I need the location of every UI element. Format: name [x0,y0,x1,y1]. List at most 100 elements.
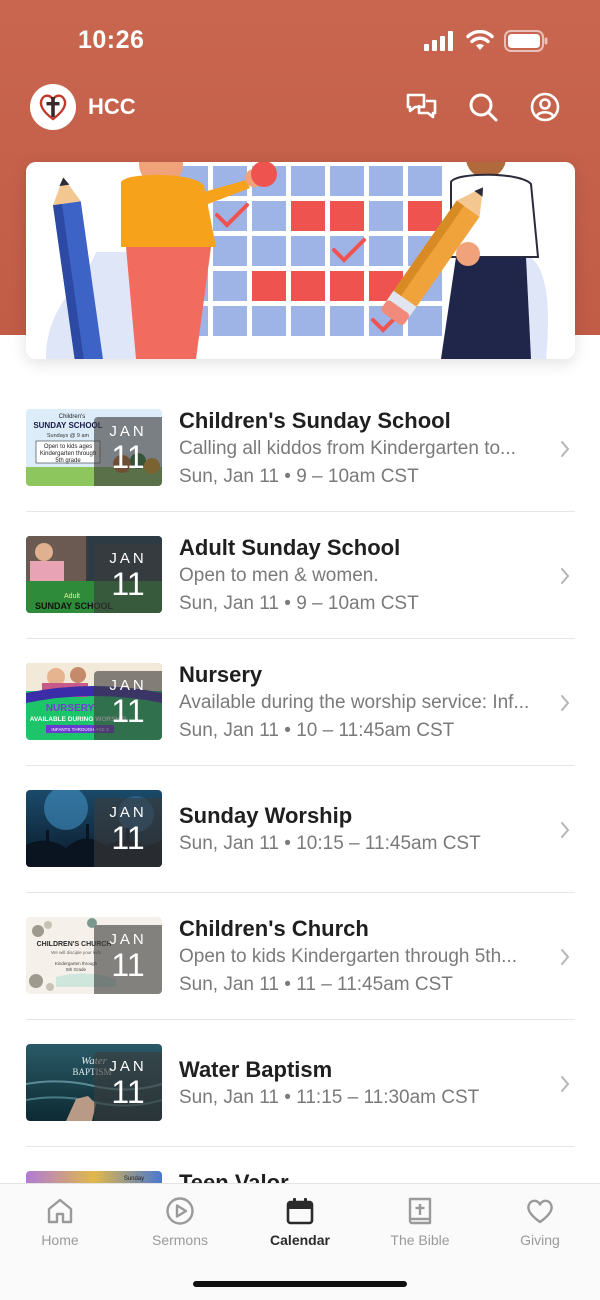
calendar-cell [291,236,325,266]
logo-cross-heart-icon [39,94,67,121]
date-badge: JAN 11 [94,671,162,740]
thumb-text: NURSERY [46,703,95,714]
date-day: 11 [111,566,145,602]
tab-label: Giving [520,1232,560,1248]
calendar-cell [252,271,286,301]
calendar-cell [213,306,247,336]
date-month: JAN [109,423,147,440]
event-description: Calling all kiddos from Kindergarten to.… [179,438,516,459]
thumb-text: Adult [64,593,80,600]
chevron-right-icon [561,695,570,711]
event-time: Sun, Jan 11 • 9 – 10am CST [179,466,419,487]
event-time: Sun, Jan 11 • 11:15 – 11:30am CST [179,1087,480,1108]
thumb-text: SUNDAY SCHOOL [33,421,102,430]
event-thumbnail: CHILDREN'S CHURCH We will disciple your … [26,917,162,994]
event-title: Sunday Worship [179,803,353,828]
calendar-cell [252,201,286,231]
calendar-cell [330,201,364,231]
battery-icon [504,30,548,52]
calendar-cell [408,166,442,196]
date-month: JAN [109,550,147,567]
hero-banner[interactable] [26,162,575,359]
search-icon[interactable] [466,90,500,124]
thumb-text: 5th Grade [66,967,87,972]
event-thumbnail: NURSERY AVAILABLE DURING WORSHIP INFANTS… [26,663,162,740]
event-description: Open to men & women. [179,565,379,586]
event-time: Sun, Jan 11 • 11 – 11:45am CST [179,974,453,995]
event-title: Adult Sunday School [179,535,401,560]
calendar-cell [291,166,325,196]
date-month: JAN [109,677,147,694]
event-time: Sun, Jan 11 • 10:15 – 11:45am CST [179,833,481,854]
calendar-cell [213,236,247,266]
calendar-cell [252,236,286,266]
date-day: 11 [111,947,145,983]
status-icons [424,30,548,52]
thumb-text: Open to kids ages [44,444,92,450]
event-item-adult-sunday-school[interactable]: Adult SUNDAY SCHOOL JAN 11 Adult Sunday … [26,512,575,639]
calendar-cell [330,166,364,196]
event-thumbnail: Water BAPTISM JAN 11 [26,1044,162,1121]
calendar-icon [286,1198,314,1225]
event-item-nursery[interactable]: NURSERY AVAILABLE DURING WORSHIP INFANTS… [26,639,575,766]
tab-sermons[interactable]: Sermons [120,1196,240,1248]
event-item-childrens-sunday-school[interactable]: Children's SUNDAY SCHOOL Sundays @ 9 am … [26,385,575,512]
event-title: Children's Sunday School [179,408,451,433]
calendar-cell [330,306,364,336]
chevron-right-icon [561,568,570,584]
event-item-water-baptism[interactable]: Water BAPTISM JAN 11 Water Baptism Sun, … [26,1020,575,1147]
event-time: Sun, Jan 11 • 10 – 11:45am CST [179,720,455,741]
event-item-sunday-worship[interactable]: JAN 11 Sunday Worship Sun, Jan 11 • 10:1… [26,766,575,893]
event-description: Available during the worship service: In… [179,692,530,713]
calendar-cell [291,271,325,301]
tab-home[interactable]: Home [0,1196,120,1248]
date-badge: JAN 11 [94,798,162,867]
app-actions [404,90,562,124]
thumb-text: 5th grade [55,458,81,464]
chevron-right-icon [561,441,570,457]
chevron-right-icon [561,949,570,965]
thumb-text: Children's [59,414,86,420]
calendar-cell [369,166,403,196]
date-day: 11 [111,1074,145,1110]
chat-icon[interactable] [404,90,438,124]
date-day: 11 [111,439,145,475]
church-logo[interactable] [30,84,76,130]
event-title: Nursery [179,662,263,687]
thumb-text: Sunday [124,1176,144,1182]
date-month: JAN [109,931,147,948]
thumb-text: Sundays @ 9 am [47,433,90,439]
event-list: Children's SUNDAY SCHOOL Sundays @ 9 am … [26,385,575,1274]
chevron-right-icon [561,822,570,838]
tab-label: Calendar [270,1232,330,1248]
date-badge: JAN 11 [94,417,162,486]
status-time: 10:26 [78,26,145,54]
date-month: JAN [109,804,147,821]
tab-calendar[interactable]: Calendar [240,1196,360,1248]
event-item-childrens-church[interactable]: CHILDREN'S CHURCH We will disciple your … [26,893,575,1020]
event-title: Water Baptism [179,1057,333,1082]
tab-giving[interactable]: Giving [480,1196,600,1248]
profile-icon[interactable] [528,90,562,124]
calendar-cell [291,306,325,336]
tab-the-bible[interactable]: The Bible [360,1196,480,1248]
tab-label: Home [41,1232,79,1248]
thumb-text: Kindergarten through [40,451,96,457]
thumb-text: Kindergarten through [55,961,98,966]
calendar-cell [408,201,442,231]
wifi-icon [466,30,494,50]
status-bar: 10:26 [0,0,600,84]
date-day: 11 [111,693,145,729]
event-thumbnail: JAN 11 [26,790,162,867]
calendar-cell [369,201,403,231]
chevron-right-icon [561,1076,570,1092]
calendar-planning-illustration-icon [26,162,575,359]
date-month: JAN [109,1058,147,1075]
home-indicator [193,1281,407,1287]
calendar-cell [213,271,247,301]
cellular-signal-icon [424,31,453,51]
date-badge: JAN 11 [94,544,162,613]
event-thumbnail: Adult SUNDAY SCHOOL JAN 11 [26,536,162,613]
calendar-cell [252,306,286,336]
calendar-cell [291,201,325,231]
